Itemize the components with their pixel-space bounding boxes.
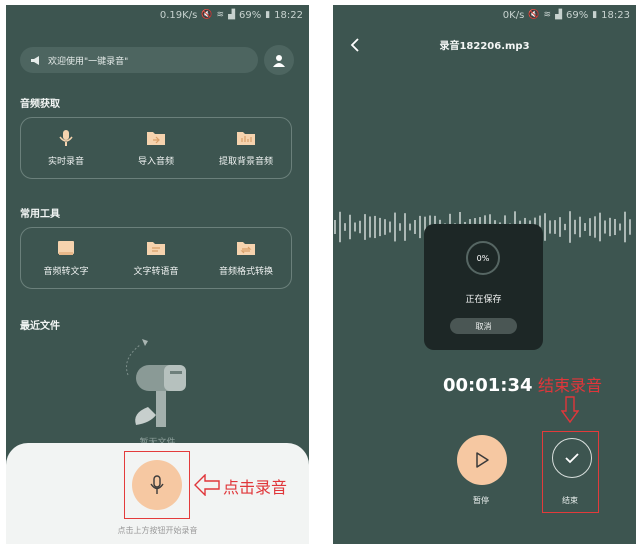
book-icon — [58, 240, 74, 255]
network-speed: 0K/s — [502, 9, 525, 21]
folder-icon — [237, 131, 255, 145]
section-title-recent-files: 最近文件 — [20, 321, 60, 332]
status-bar: 0.19K/s 🔇 ≋ ▟ 69% ▮ 18:22 — [6, 5, 309, 25]
play-icon — [476, 452, 489, 468]
wifi-icon: ≋ — [216, 10, 225, 20]
file-title: 录音182206.mp3 — [439, 41, 530, 52]
network-speed: 0.19K/s — [159, 9, 198, 21]
welcome-banner[interactable]: 欢迎使用"一键录音" — [20, 47, 258, 73]
cancel-save-button[interactable]: 取消 — [450, 318, 517, 334]
user-avatar-button[interactable] — [264, 45, 294, 75]
tool-import-audio[interactable]: 导入音频 — [112, 130, 200, 167]
wifi-icon: ≋ — [543, 10, 552, 20]
tool-label: 文字转语音 — [133, 266, 179, 277]
recording-screen: 0K/s 🔇 ≋ ▟ 69% ▮ 18:23 录音182206.mp3 0% 正… — [333, 5, 636, 544]
signal-icon: ▟ — [228, 10, 235, 20]
folder-icon — [237, 241, 255, 255]
annotation-highlight-box — [124, 451, 190, 519]
microphone-icon — [59, 129, 73, 146]
pause-label: 暂停 — [473, 496, 489, 505]
saving-status-text: 正在保存 — [465, 295, 502, 305]
battery-level: 69% — [238, 9, 262, 21]
folder-icon — [147, 241, 165, 255]
battery-icon: ▮ — [265, 10, 271, 20]
tool-text-to-speech[interactable]: 文字转语音 — [112, 240, 200, 277]
tool-label: 音频转文字 — [43, 266, 89, 277]
annotation-arrow-down-icon — [561, 396, 579, 424]
tool-label: 音频格式转换 — [218, 266, 273, 277]
save-progress-value: 0% — [476, 253, 490, 263]
tool-extract-bg-audio[interactable]: 提取背景音频 — [202, 130, 290, 167]
battery-level: 69% — [565, 9, 589, 21]
megaphone-icon — [31, 55, 39, 65]
save-progress-ring: 0% — [466, 241, 500, 275]
pause-button[interactable] — [457, 435, 507, 485]
tool-label: 导入音频 — [137, 156, 174, 167]
section-title-common-tools: 常用工具 — [20, 209, 60, 220]
tool-format-convert[interactable]: 音频格式转换 — [202, 240, 290, 277]
tool-label: 提取背景音频 — [218, 156, 273, 167]
annotation-highlight-box — [542, 431, 599, 513]
mute-icon: 🔇 — [201, 10, 213, 20]
tool-label: 实时录音 — [47, 156, 84, 167]
folder-icon — [147, 131, 165, 145]
clock: 18:23 — [601, 9, 630, 21]
common-tools-card: 音频转文字 文字转语音 音频格式转换 — [20, 227, 292, 289]
clock: 18:22 — [274, 9, 303, 21]
tool-audio-to-text[interactable]: 音频转文字 — [22, 240, 110, 277]
battery-icon: ▮ — [592, 10, 598, 20]
audio-acquire-card: 实时录音 导入音频 提取背景音频 — [20, 117, 292, 179]
section-title-audio-acquire: 音频获取 — [20, 99, 60, 110]
recording-timer: 00:01:34 — [443, 375, 533, 396]
annotation-arrow-left-icon — [194, 474, 220, 496]
tool-realtime-record[interactable]: 实时录音 — [22, 129, 110, 167]
record-hint-text: 点击上方按钮开始录音 — [117, 526, 198, 535]
annotation-label-finish: 结束录音 — [538, 376, 603, 395]
empty-mailbox-illustration — [126, 339, 186, 427]
status-bar: 0K/s 🔇 ≋ ▟ 69% ▮ 18:23 — [333, 5, 636, 25]
annotation-label-record: 点击录音 — [223, 478, 288, 497]
mute-icon: 🔇 — [528, 10, 540, 20]
home-screen: 0.19K/s 🔇 ≋ ▟ 69% ▮ 18:22 欢迎使用"一键录音" 音频获… — [6, 5, 309, 544]
banner-text: 欢迎使用"一键录音" — [48, 56, 129, 67]
signal-icon: ▟ — [555, 10, 562, 20]
saving-dialog: 0% 正在保存 取消 — [424, 224, 543, 350]
user-icon — [273, 54, 285, 67]
